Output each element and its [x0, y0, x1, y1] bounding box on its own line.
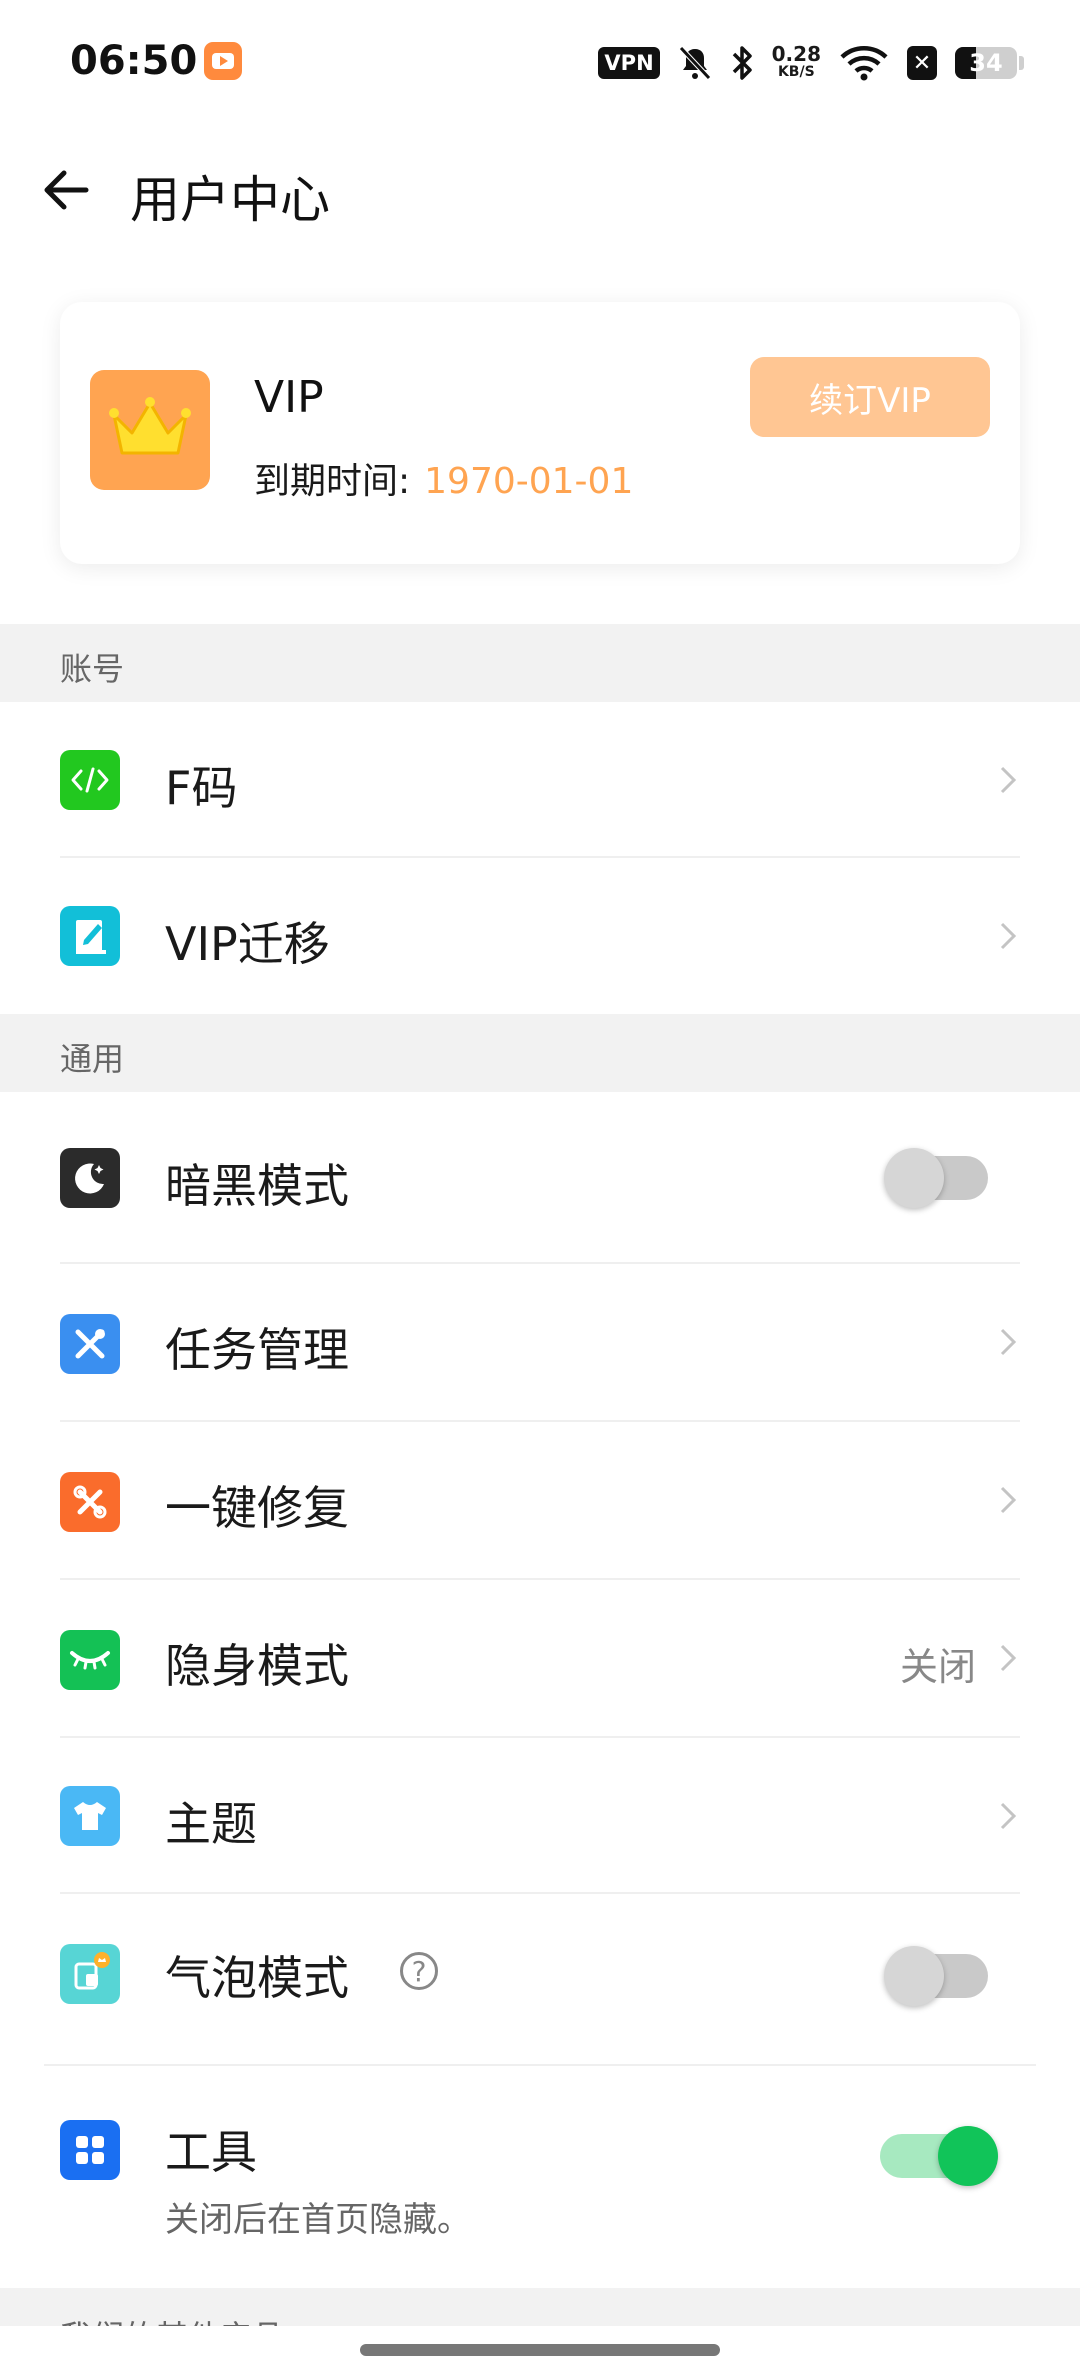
chevron-right-icon — [1000, 766, 1017, 794]
row-label: 气泡模式 — [165, 1951, 349, 2005]
network-speed: 0.28 KB/S — [771, 42, 821, 80]
grid-icon — [60, 2120, 120, 2180]
section-header-general: 通用 — [0, 1014, 1080, 1092]
code-icon — [60, 750, 120, 810]
expire-label: 到期时间: — [254, 461, 411, 502]
row-label: VIP迁移 — [165, 917, 330, 971]
row-vip-migrate[interactable]: VIP迁移 — [0, 858, 1080, 1014]
expire-row: 到期时间: 1970-01-01 — [254, 452, 633, 504]
bell-muted-icon — [678, 46, 711, 80]
row-label: 主题 — [165, 1797, 257, 1851]
video-app-icon — [204, 42, 242, 80]
repair-icon — [60, 1472, 120, 1532]
home-indicator[interactable] — [360, 2344, 720, 2356]
stealth-mode-value: 关闭 — [899, 1645, 976, 1689]
chevron-right-icon — [1000, 1802, 1017, 1830]
tools-sublabel: 关闭后在首页隐藏。 — [165, 2200, 471, 2240]
section-header-account: 账号 — [0, 624, 1080, 702]
row-f-code[interactable]: F码 — [0, 702, 1080, 858]
bubble-icon — [60, 1944, 120, 2004]
row-one-click-repair[interactable]: 一键修复 — [0, 1422, 1080, 1580]
help-icon[interactable]: ? — [400, 1952, 438, 1990]
row-label: 工具 — [165, 2125, 257, 2179]
chevron-right-icon — [1000, 1328, 1017, 1356]
crown-icon — [90, 370, 210, 490]
row-dark-mode[interactable]: 暗黑模式 — [0, 1092, 1080, 1264]
battery-icon: 34 — [955, 47, 1017, 79]
wifi-icon — [840, 46, 888, 81]
status-time: 06:50 — [70, 38, 198, 84]
chevron-right-icon — [1000, 1486, 1017, 1514]
dark-mode-toggle[interactable] — [884, 1148, 988, 1208]
chevron-right-icon — [1000, 922, 1017, 950]
moon-icon — [60, 1148, 120, 1208]
row-label: 任务管理 — [165, 1323, 349, 1377]
vip-card: VIP 到期时间: 1970-01-01 续订VIP — [60, 302, 1020, 564]
bubble-mode-toggle[interactable] — [884, 1946, 988, 2006]
status-icons: VPN 0.28 KB/S ✕ 34 — [598, 40, 1024, 86]
renew-vip-button[interactable]: 续订VIP — [750, 357, 990, 437]
row-stealth-mode[interactable]: 隐身模式 关闭 — [0, 1580, 1080, 1738]
row-label: 隐身模式 — [165, 1639, 349, 1693]
bluetooth-icon — [732, 46, 752, 80]
tools-toggle[interactable] — [880, 2126, 998, 2186]
chevron-right-icon — [1000, 1644, 1017, 1672]
sim-x-icon: ✕ — [907, 46, 937, 80]
vpn-icon: VPN — [598, 47, 660, 79]
page-title: 用户中心 — [130, 171, 330, 229]
row-tools[interactable]: 工具 关闭后在首页隐藏。 — [0, 2066, 1080, 2288]
row-label: 一键修复 — [165, 1481, 349, 1535]
row-label: 暗黑模式 — [165, 1159, 349, 1213]
row-label: F码 — [165, 761, 238, 815]
row-bubble-mode[interactable]: 气泡模式 ? — [0, 1894, 1080, 2066]
closed-eye-icon — [60, 1630, 120, 1690]
row-task-manage[interactable]: 任务管理 — [0, 1264, 1080, 1422]
expire-date: 1970-01-01 — [424, 461, 634, 502]
tools-icon — [60, 1314, 120, 1374]
vip-title: VIP — [254, 372, 324, 423]
edit-book-icon — [60, 906, 120, 966]
row-theme[interactable]: 主题 — [0, 1738, 1080, 1894]
back-arrow-icon[interactable] — [36, 160, 96, 220]
shirt-icon — [60, 1786, 120, 1846]
